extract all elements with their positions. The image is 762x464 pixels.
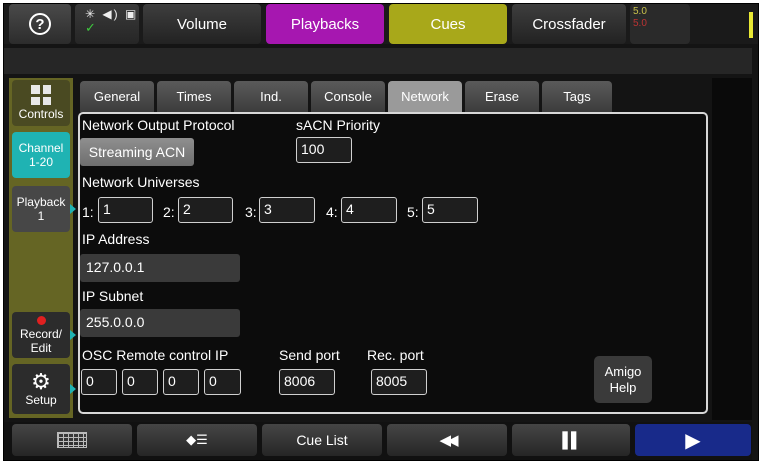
expand-arrow-icon — [70, 204, 76, 214]
universe-2-field[interactable]: 2 — [178, 197, 233, 223]
universe-4-label: 4: — [326, 204, 338, 220]
controls-button[interactable]: Controls — [12, 80, 70, 126]
status-icons: ✳ ◀) ▣ — [85, 7, 139, 21]
osc-octet-1-field[interactable]: 0 — [81, 369, 117, 395]
playback-label: Playback — [16, 195, 66, 209]
edit-label: Edit — [30, 340, 52, 355]
cue-list-button[interactable]: Cue List — [262, 424, 382, 456]
tab-tags[interactable]: Tags — [542, 81, 612, 112]
protocol-select-button[interactable]: Streaming ACN — [80, 138, 194, 166]
check-icon: ✓ — [85, 20, 96, 35]
grid-view-button[interactable] — [12, 424, 132, 456]
universe-4-field[interactable]: 4 — [341, 197, 397, 223]
universe-2-label: 2: — [163, 204, 175, 220]
version-indicator: 5.0 5.0 — [630, 4, 690, 44]
playback-number: 1 — [37, 209, 45, 223]
osc-octet-2-field[interactable]: 0 — [122, 369, 158, 395]
help-button[interactable]: ? — [9, 4, 71, 44]
controls-label: Controls — [18, 107, 64, 121]
osc-octet-4-field[interactable]: 0 — [204, 369, 241, 395]
expand-arrow-icon — [70, 330, 76, 340]
help-icon: ? — [29, 13, 51, 35]
info-strip — [4, 48, 752, 74]
status-button[interactable]: ✳ ◀) ▣ ✓ — [75, 4, 139, 44]
universe-1-field[interactable]: 1 — [98, 197, 153, 223]
amigo-label: Amigo — [604, 363, 642, 379]
rec-port-label: Rec. port — [367, 347, 424, 363]
play-button[interactable]: ▶ — [635, 424, 751, 456]
tab-console[interactable]: Console — [311, 81, 385, 112]
protocol-label: Network Output Protocol — [82, 117, 235, 133]
grid-icon — [31, 85, 51, 105]
right-margin — [712, 78, 752, 420]
universe-3-field[interactable]: 3 — [259, 197, 315, 223]
record-edit-button[interactable]: Record/ Edit — [12, 312, 76, 358]
tab-network[interactable]: Network — [388, 81, 462, 112]
tab-general[interactable]: General — [80, 81, 154, 112]
ip-subnet-field[interactable]: 255.0.0.0 — [80, 309, 240, 337]
ip-subnet-label: IP Subnet — [82, 288, 144, 304]
osc-ip-label: OSC Remote control IP — [82, 347, 229, 363]
setup-label: Setup — [25, 393, 57, 407]
ip-address-field[interactable]: 127.0.0.1 — [80, 254, 240, 282]
pause-button[interactable]: ▌▌ — [512, 424, 630, 456]
grid-icon — [57, 432, 87, 448]
sacn-priority-field[interactable]: 100 — [296, 137, 352, 163]
crossfader-button[interactable]: Crossfader — [512, 4, 626, 44]
cues-button[interactable]: Cues — [389, 4, 507, 44]
send-port-label: Send port — [279, 347, 340, 363]
rewind-icon: ◀◀ — [439, 432, 458, 449]
volume-button[interactable]: Volume — [143, 4, 261, 44]
channel-label: Channel — [18, 141, 64, 155]
level-indicator — [749, 12, 753, 38]
palette-icon: ◆☰ — [186, 432, 208, 447]
universe-3-label: 3: — [245, 204, 257, 220]
universe-5-field[interactable]: 5 — [422, 197, 478, 223]
send-port-field[interactable]: 8006 — [279, 369, 335, 395]
rec-port-field[interactable]: 8005 — [371, 369, 427, 395]
play-icon: ▶ — [685, 429, 701, 452]
version-bottom: 5.0 — [633, 18, 647, 29]
universes-label: Network Universes — [82, 174, 200, 190]
amigo-help-button[interactable]: Amigo Help — [594, 356, 652, 403]
channel-button[interactable]: Channel 1-20 — [12, 132, 70, 178]
palette-button[interactable]: ◆☰ — [137, 424, 257, 456]
universe-5-label: 5: — [407, 204, 419, 220]
gear-icon: ⚙ — [31, 369, 51, 394]
playbacks-button[interactable]: Playbacks — [266, 4, 384, 44]
tab-erase[interactable]: Erase — [465, 81, 539, 112]
help-label: Help — [609, 379, 637, 395]
expand-arrow-icon — [70, 384, 76, 394]
tab-times[interactable]: Times — [157, 81, 231, 112]
sacn-priority-label: sACN Priority — [296, 117, 381, 133]
record-dot-icon — [36, 315, 46, 325]
tab-ind[interactable]: Ind. — [234, 81, 308, 112]
pause-icon: ▌▌ — [562, 431, 581, 449]
universe-1-label: 1: — [82, 204, 94, 220]
ip-address-label: IP Address — [82, 231, 150, 247]
osc-octet-3-field[interactable]: 0 — [163, 369, 199, 395]
version-top: 5.0 — [633, 6, 647, 17]
setup-button[interactable]: ⚙ Setup — [12, 364, 76, 414]
channel-range: 1-20 — [28, 155, 54, 169]
playback-button[interactable]: Playback 1 — [12, 186, 76, 232]
record-label: Record/ — [19, 326, 63, 341]
rewind-button[interactable]: ◀◀ — [387, 424, 507, 456]
